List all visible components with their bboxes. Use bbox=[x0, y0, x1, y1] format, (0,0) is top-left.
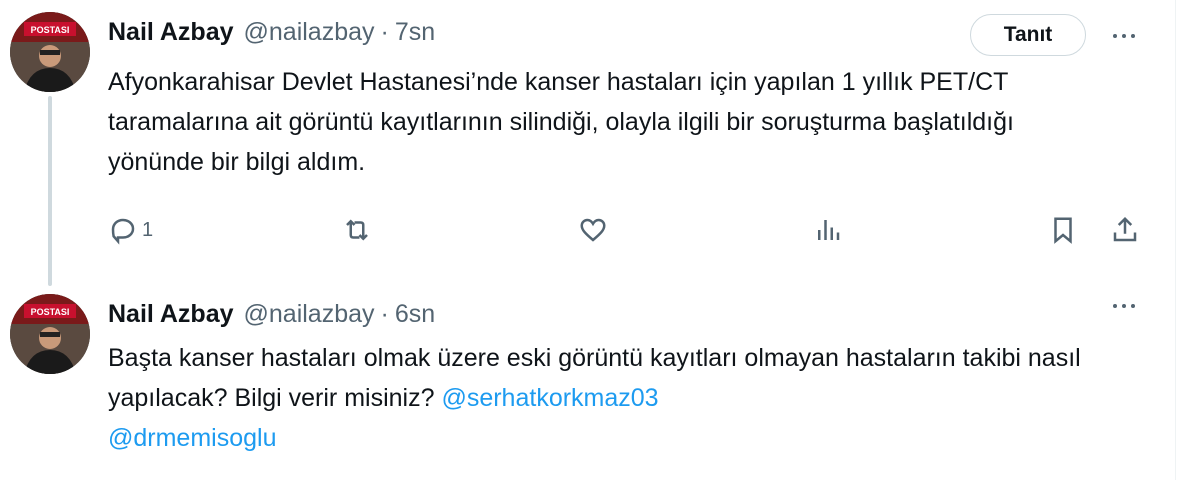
retweet-icon bbox=[346, 219, 368, 241]
mention-link[interactable]: @drmemisoglu bbox=[108, 424, 276, 452]
author-name[interactable]: Nail Azbay bbox=[108, 300, 234, 329]
tweet[interactable]: POSTASI Nail Azbay @nailazbay · 7sn Tanı… bbox=[0, 0, 1170, 290]
reply-button[interactable]: 1 bbox=[108, 210, 153, 250]
avatar-logo-text: POSTASI bbox=[31, 25, 70, 35]
tweet-header: Nail Azbay @nailazbay · 6sn bbox=[108, 298, 435, 330]
views-button[interactable] bbox=[813, 210, 843, 250]
tweet-header: Nail Azbay @nailazbay · 7sn bbox=[108, 16, 435, 48]
separator-dot: · bbox=[380, 299, 389, 328]
share-icon bbox=[1113, 216, 1137, 242]
avatar-image: POSTASI bbox=[10, 294, 90, 374]
more-icon[interactable] bbox=[1104, 294, 1144, 318]
avatar[interactable]: POSTASI bbox=[10, 12, 90, 92]
more-icon[interactable] bbox=[1104, 24, 1144, 48]
tweet-actions: 1 bbox=[0, 210, 1170, 250]
tweet-timestamp[interactable]: 7sn bbox=[395, 18, 435, 47]
avatar-image: POSTASI bbox=[10, 12, 90, 92]
heart-icon bbox=[580, 218, 606, 242]
author-handle[interactable]: @nailazbay bbox=[244, 300, 375, 329]
tweet-text: Başta kanser hastaları olmak üzere eski … bbox=[108, 338, 1108, 458]
retweet-button[interactable] bbox=[342, 210, 372, 250]
bookmark-icon bbox=[1054, 217, 1072, 244]
separator-dot: · bbox=[380, 17, 389, 46]
translate-button[interactable]: Tanıt bbox=[970, 14, 1086, 56]
author-handle[interactable]: @nailazbay bbox=[244, 18, 375, 47]
avatar[interactable]: POSTASI bbox=[10, 294, 90, 374]
like-button[interactable] bbox=[578, 210, 608, 250]
mention-link[interactable]: @serhatkorkmaz03 bbox=[441, 384, 658, 412]
bookmark-button[interactable] bbox=[1048, 210, 1078, 250]
tweet-timestamp[interactable]: 6sn bbox=[395, 300, 435, 329]
reply-count: 1 bbox=[142, 218, 154, 241]
views-icon bbox=[818, 220, 840, 240]
avatar-logo-text: POSTASI bbox=[31, 307, 70, 317]
author-name[interactable]: Nail Azbay bbox=[108, 18, 234, 47]
reply-icon bbox=[111, 218, 135, 245]
share-button[interactable] bbox=[1110, 210, 1140, 250]
tweet[interactable]: POSTASI Nail Azbay @nailazbay · 6sn Başt… bbox=[0, 290, 1170, 480]
timeline-border bbox=[1175, 0, 1176, 480]
tweet-text: Afyonkarahisar Devlet Hastanesi’nde kans… bbox=[108, 68, 1014, 176]
